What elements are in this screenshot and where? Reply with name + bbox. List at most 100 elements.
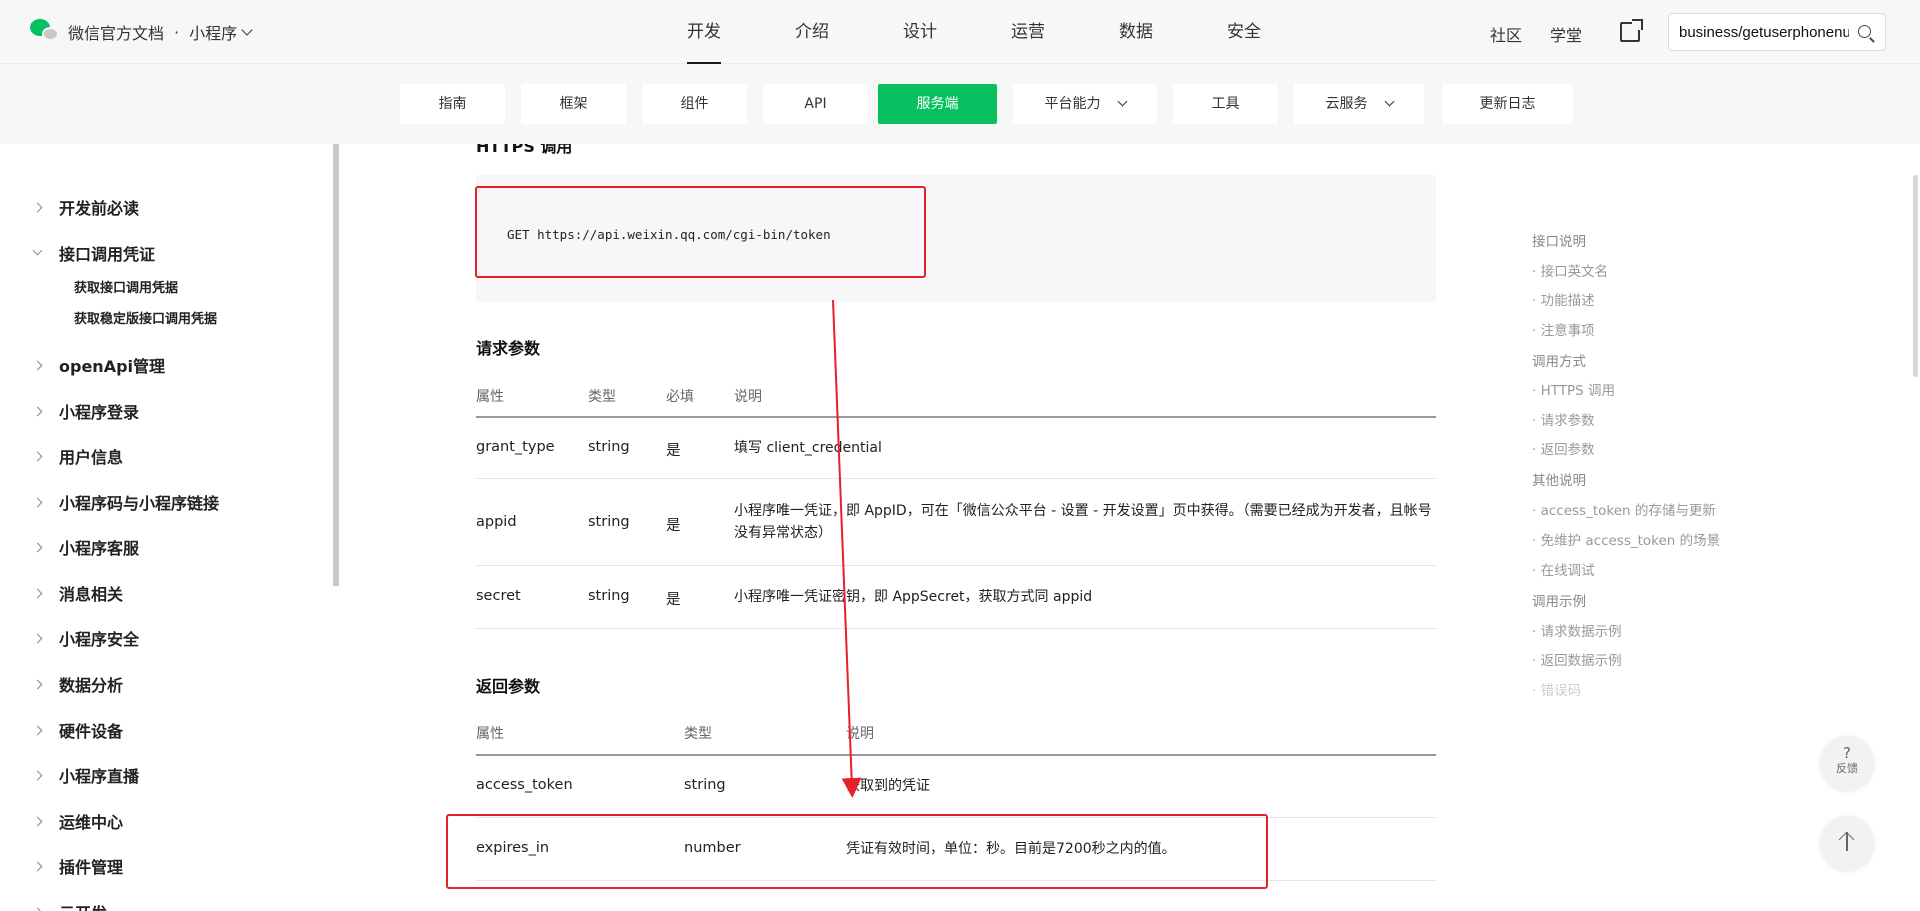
toc-item[interactable]: · 功能描述 xyxy=(1532,289,1595,309)
toc-item[interactable]: · 接口英文名 xyxy=(1532,260,1608,280)
sidebar-item-qrcode[interactable]: 小程序码与小程序链接 xyxy=(32,490,219,514)
sidebar-subitem-get-token[interactable]: 获取接口调用凭据 xyxy=(74,277,178,296)
chevron-down-icon xyxy=(1117,96,1127,107)
feedback-button[interactable]: ? 反馈 xyxy=(1820,736,1874,790)
sidebar: 开发前必读 接口调用凭证 获取接口调用凭据 获取稳定版接口调用凭据 openAp… xyxy=(0,144,340,911)
tab-guide[interactable]: 指南 xyxy=(400,84,505,124)
sidebar-item-message[interactable]: 消息相关 xyxy=(32,581,123,605)
sidebar-item-label: 开发前必读 xyxy=(59,199,140,218)
annotation-box-request-line xyxy=(475,186,926,278)
search-icon[interactable] xyxy=(1858,25,1871,38)
sidebar-item-openapi[interactable]: openApi管理 xyxy=(32,353,165,377)
col-header-name: 属性 xyxy=(476,726,504,742)
return-desc: 获取到的凭证 xyxy=(846,778,930,794)
sidebar-item-label: 小程序直播 xyxy=(59,767,140,786)
toc-item[interactable]: 调用方式 xyxy=(1532,350,1586,370)
search-input[interactable] xyxy=(1669,14,1849,50)
tab-cloud[interactable]: 云服务 xyxy=(1294,84,1424,124)
toc-item[interactable]: · HTTPS 调用 xyxy=(1532,379,1615,399)
chevron-right-icon xyxy=(32,770,43,780)
page-scrollbar[interactable] xyxy=(1913,175,1918,377)
toc-item[interactable]: · 返回数据示例 xyxy=(1532,649,1622,669)
param-required: 是 xyxy=(666,518,681,534)
tab-components[interactable]: 组件 xyxy=(642,84,747,124)
toc-item[interactable]: · 错误码 xyxy=(1532,679,1581,699)
chevron-right-icon xyxy=(32,679,43,689)
chevron-right-icon xyxy=(32,451,43,461)
chevron-right-icon xyxy=(32,588,43,598)
sidebar-item-pre-reading[interactable]: 开发前必读 xyxy=(32,195,140,219)
toc-item[interactable]: 接口说明 xyxy=(1532,230,1586,250)
tab-platform-label: 平台能力 xyxy=(1044,96,1101,112)
sidebar-item-plugins[interactable]: 插件管理 xyxy=(32,854,123,878)
sidebar-item-userinfo[interactable]: 用户信息 xyxy=(32,444,123,468)
toc-item[interactable]: · access_token 的存储与更新 xyxy=(1532,499,1716,519)
sidebar-item-hardware[interactable]: 硬件设备 xyxy=(32,718,123,742)
tab-tools[interactable]: 工具 xyxy=(1173,84,1278,124)
toc-item[interactable]: · 免维护 access_token 的场景 xyxy=(1532,529,1720,549)
sidebar-item-cloud[interactable]: 云开发 xyxy=(32,900,107,911)
param-desc: 填写 client_credential xyxy=(734,440,882,456)
response-params-heading: 返回参数 xyxy=(476,677,541,696)
nav-data[interactable]: 数据 xyxy=(1082,0,1190,64)
chevron-right-icon xyxy=(32,542,43,552)
nav-design[interactable]: 设计 xyxy=(866,0,974,64)
toc-item[interactable]: · 返回参数 xyxy=(1532,438,1595,458)
chevron-down-icon[interactable] xyxy=(241,24,253,36)
right-nav: 社区 学堂 xyxy=(1490,22,1610,46)
brand-separator: · xyxy=(174,22,180,42)
nav-community[interactable]: 社区 xyxy=(1490,22,1522,46)
param-required: 是 xyxy=(666,592,681,608)
chevron-right-icon xyxy=(32,816,43,826)
param-type: string xyxy=(588,439,630,455)
nav-operation[interactable]: 运营 xyxy=(974,0,1082,64)
toc-item[interactable]: 调用示例 xyxy=(1532,590,1586,610)
main-nav: 开发 介绍 设计 运营 数据 安全 xyxy=(650,0,1298,64)
request-params-heading: 请求参数 xyxy=(476,339,541,358)
sidebar-item-live[interactable]: 小程序直播 xyxy=(32,763,140,787)
sidebar-scrollbar[interactable] xyxy=(333,144,339,586)
toc-item[interactable]: · 注意事项 xyxy=(1532,319,1595,339)
tab-changelog[interactable]: 更新日志 xyxy=(1442,84,1573,124)
toc-item[interactable]: · 请求参数 xyxy=(1532,409,1595,429)
chevron-right-icon xyxy=(32,360,43,370)
toc-item[interactable]: · 在线调试 xyxy=(1532,559,1595,579)
chevron-right-icon xyxy=(32,861,43,871)
chevron-right-icon xyxy=(32,497,43,507)
sidebar-item-ops[interactable]: 运维中心 xyxy=(32,809,124,833)
feedback-label: 反馈 xyxy=(1836,762,1858,775)
tab-framework[interactable]: 框架 xyxy=(521,84,626,124)
param-name: appid xyxy=(476,514,517,530)
chevron-right-icon xyxy=(32,633,43,643)
chevron-right-icon xyxy=(32,202,43,212)
brand-title[interactable]: 微信官方文档 xyxy=(68,20,164,44)
nav-security[interactable]: 安全 xyxy=(1190,0,1298,64)
brand[interactable]: 微信官方文档 · 小程序 xyxy=(30,19,253,45)
tab-api[interactable]: API xyxy=(763,84,868,124)
product-selector[interactable]: 小程序 xyxy=(189,20,237,44)
toc-item[interactable]: · 请求数据示例 xyxy=(1532,620,1622,640)
row-divider xyxy=(476,628,1436,629)
chevron-down-icon xyxy=(32,245,43,256)
toc-item[interactable]: 其他说明 xyxy=(1532,469,1586,489)
param-name: secret xyxy=(476,588,521,604)
sidebar-item-label: 云开发 xyxy=(59,900,107,911)
sidebar-subitem-get-stable-token[interactable]: 获取稳定版接口调用凭据 xyxy=(74,308,217,327)
wechat-logo-icon xyxy=(30,19,60,45)
sidebar-item-login[interactable]: 小程序登录 xyxy=(32,399,139,423)
param-type: string xyxy=(588,588,630,604)
sidebar-item-analytics[interactable]: 数据分析 xyxy=(32,672,123,696)
nav-academy[interactable]: 学堂 xyxy=(1550,22,1582,46)
nav-intro[interactable]: 介绍 xyxy=(758,0,866,64)
col-header-type: 类型 xyxy=(588,389,616,405)
sidebar-item-customer-service[interactable]: 小程序客服 xyxy=(32,535,139,559)
sidebar-item-credential[interactable]: 接口调用凭证 xyxy=(32,241,155,265)
external-link-icon[interactable] xyxy=(1620,19,1643,42)
back-to-top-button[interactable] xyxy=(1820,816,1874,870)
sidebar-item-label: 运维中心 xyxy=(59,813,124,832)
sidebar-item-security[interactable]: 小程序安全 xyxy=(32,626,139,650)
tab-server[interactable]: 服务端 xyxy=(878,84,997,124)
search-box[interactable] xyxy=(1668,13,1886,51)
tab-platform[interactable]: 平台能力 xyxy=(1013,84,1157,124)
nav-develop[interactable]: 开发 xyxy=(650,0,758,64)
